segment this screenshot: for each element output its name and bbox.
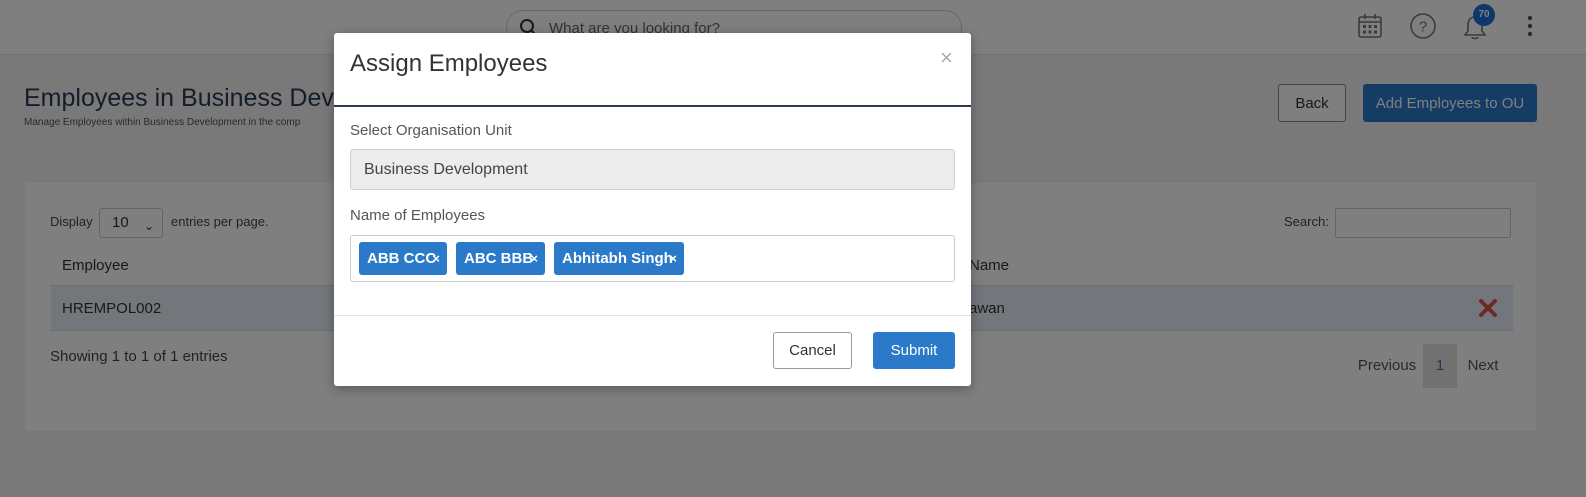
cancel-button[interactable]: Cancel: [773, 332, 852, 369]
modal-footer: Cancel Submit: [334, 315, 971, 387]
modal-title: Assign Employees: [350, 50, 548, 77]
tag-remove-icon[interactable]: ×: [669, 242, 677, 275]
employee-tag: ABB CCC ×: [359, 242, 447, 275]
employees-multiselect[interactable]: ABB CCC × ABC BBB × Abhitabh Singh ×: [350, 235, 955, 282]
tag-remove-icon[interactable]: ×: [432, 242, 440, 275]
ou-field[interactable]: Business Development: [350, 149, 955, 190]
employee-tag: ABC BBB ×: [456, 242, 545, 275]
employee-tag-label: Abhitabh Singh: [562, 250, 673, 267]
employees-label: Name of Employees: [350, 207, 486, 224]
modal-header: Assign Employees ×: [334, 33, 971, 107]
ou-label: Select Organisation Unit: [350, 122, 512, 139]
submit-button[interactable]: Submit: [873, 332, 955, 369]
employee-tag: Abhitabh Singh ×: [554, 242, 684, 275]
close-icon[interactable]: ×: [940, 47, 953, 69]
tag-remove-icon[interactable]: ×: [530, 242, 538, 275]
employee-tag-label: ABB CCC: [367, 250, 437, 267]
assign-employees-modal: Assign Employees × Select Organisation U…: [334, 33, 971, 386]
employee-tag-label: ABC BBB: [464, 250, 534, 267]
